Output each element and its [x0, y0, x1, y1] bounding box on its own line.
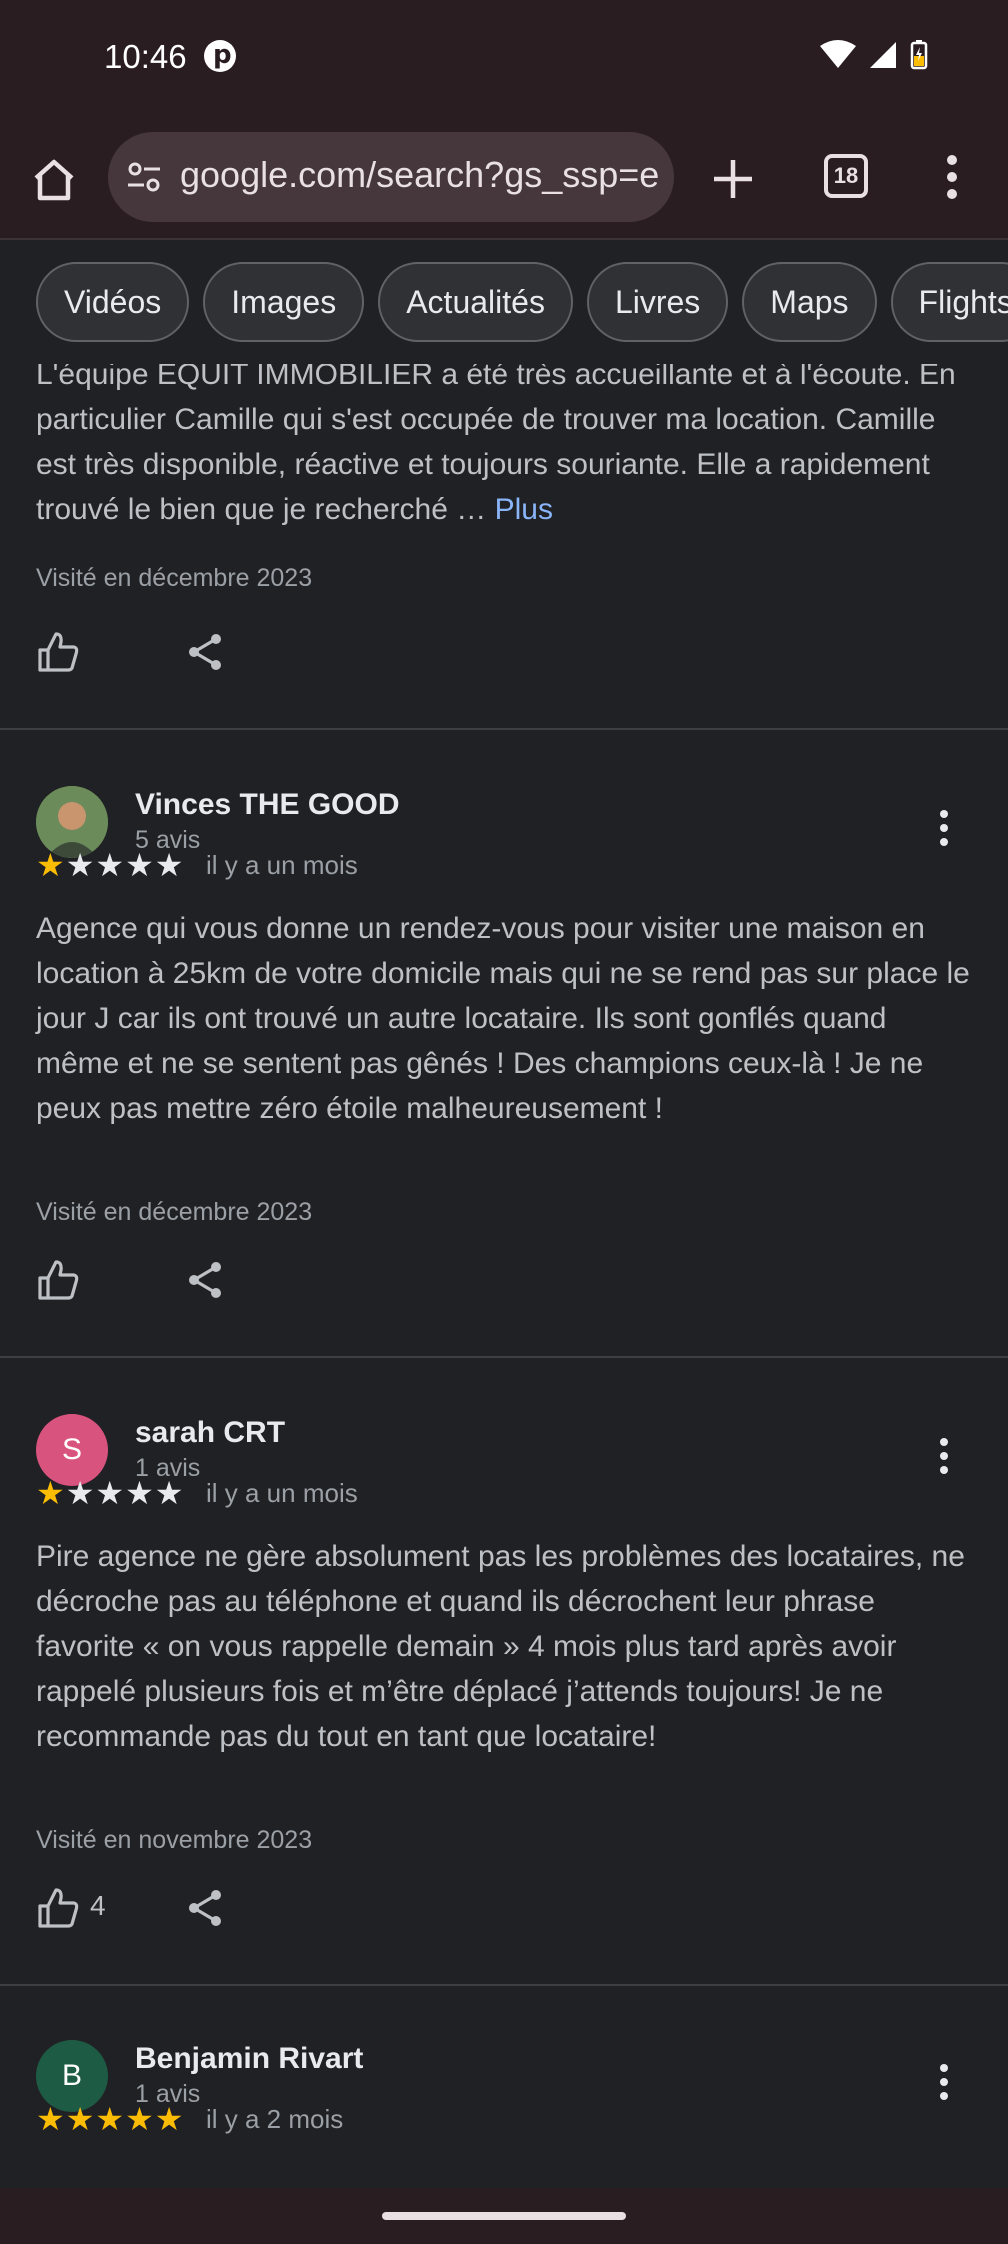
review-date: il y a un mois: [206, 1478, 358, 1508]
system-nav-bar: [0, 2188, 1008, 2244]
thumbs-up-icon[interactable]: [36, 1886, 80, 1930]
filter-chips: Vidéos Images Actualités Livres Maps Fli…: [0, 240, 1008, 364]
visit-date: Visité en novembre 2023: [36, 1826, 313, 1854]
thumbs-up-icon[interactable]: [36, 1258, 80, 1302]
review-actions: [0, 620, 1008, 680]
review-text: L'équipe EQUIT IMMOBILIER a été très acc…: [36, 364, 956, 526]
share-icon[interactable]: [186, 1260, 224, 1300]
review-date: il y a un mois: [206, 850, 358, 880]
status-bar: 10:46: [0, 0, 1008, 116]
author-name[interactable]: Vinces THE GOOD: [135, 788, 400, 822]
chip-videos[interactable]: Vidéos: [36, 262, 190, 342]
review-text: Pire agence ne gère absolument pas les p…: [36, 1540, 965, 1753]
like-count: 4: [90, 1890, 106, 1921]
url-text[interactable]: google.com/search?gs_ssp=e: [180, 154, 659, 196]
author-name[interactable]: sarah CRT: [135, 1416, 285, 1450]
share-icon[interactable]: [186, 1888, 224, 1928]
review-item: S sarah CRT 1 avis ★★★★★ il y a un mois …: [0, 1358, 1008, 1984]
chip-flights[interactable]: Flights: [890, 262, 1008, 342]
chip-images[interactable]: Images: [203, 262, 365, 342]
review-menu-icon[interactable]: [934, 1434, 954, 1478]
tab-switcher-button[interactable]: 18: [824, 154, 868, 198]
status-icons: [820, 40, 928, 70]
chip-maps[interactable]: Maps: [742, 262, 877, 342]
review-date: il y a 2 mois: [206, 2104, 344, 2134]
review-item: Vinces THE GOOD 5 avis ★★★★★ il y a un m…: [0, 730, 1008, 1356]
home-icon[interactable]: [30, 156, 78, 204]
site-settings-icon[interactable]: [126, 159, 162, 195]
star-rating: ★★★★★: [36, 2101, 185, 2137]
wifi-icon: [820, 40, 856, 68]
signal-icon: [870, 42, 896, 68]
reviews-list: L'équipe EQUIT IMMOBILIER a été très acc…: [0, 364, 1008, 2188]
visit-date: Visité en décembre 2023: [36, 1198, 313, 1226]
pinterest-icon: [204, 40, 236, 72]
review-menu-icon[interactable]: [934, 2060, 954, 2104]
author-name[interactable]: Benjamin Rivart: [135, 2042, 363, 2076]
chip-news[interactable]: Actualités: [378, 262, 573, 342]
star-rating: ★★★★★: [36, 1475, 185, 1511]
more-link[interactable]: Plus: [495, 493, 553, 526]
thumbs-up-icon[interactable]: [36, 630, 80, 674]
url-bar[interactable]: google.com/search?gs_ssp=e: [108, 132, 674, 222]
visit-date: Visité en décembre 2023: [36, 564, 313, 592]
review-actions: [0, 1248, 1008, 1308]
share-icon[interactable]: [186, 632, 224, 672]
browser-toolbar: google.com/search?gs_ssp=e 18: [0, 116, 1008, 240]
star-rating: ★★★★★: [36, 847, 185, 883]
status-time: 10:46: [104, 38, 187, 75]
more-menu-icon[interactable]: [940, 152, 964, 202]
review-text: Agence qui vous donne un rendez-vous pou…: [36, 912, 970, 1125]
battery-icon: [910, 40, 928, 70]
chip-books[interactable]: Livres: [586, 262, 729, 342]
review-menu-icon[interactable]: [934, 806, 954, 850]
review-actions: 4: [0, 1876, 1008, 1936]
home-gesture-handle[interactable]: [382, 2212, 626, 2220]
partial-review: L'équipe EQUIT IMMOBILIER a été très acc…: [0, 364, 1008, 728]
new-tab-icon[interactable]: [710, 156, 756, 202]
review-item: B Benjamin Rivart 1 avis ★★★★★ il y a 2 …: [0, 1986, 1008, 2188]
